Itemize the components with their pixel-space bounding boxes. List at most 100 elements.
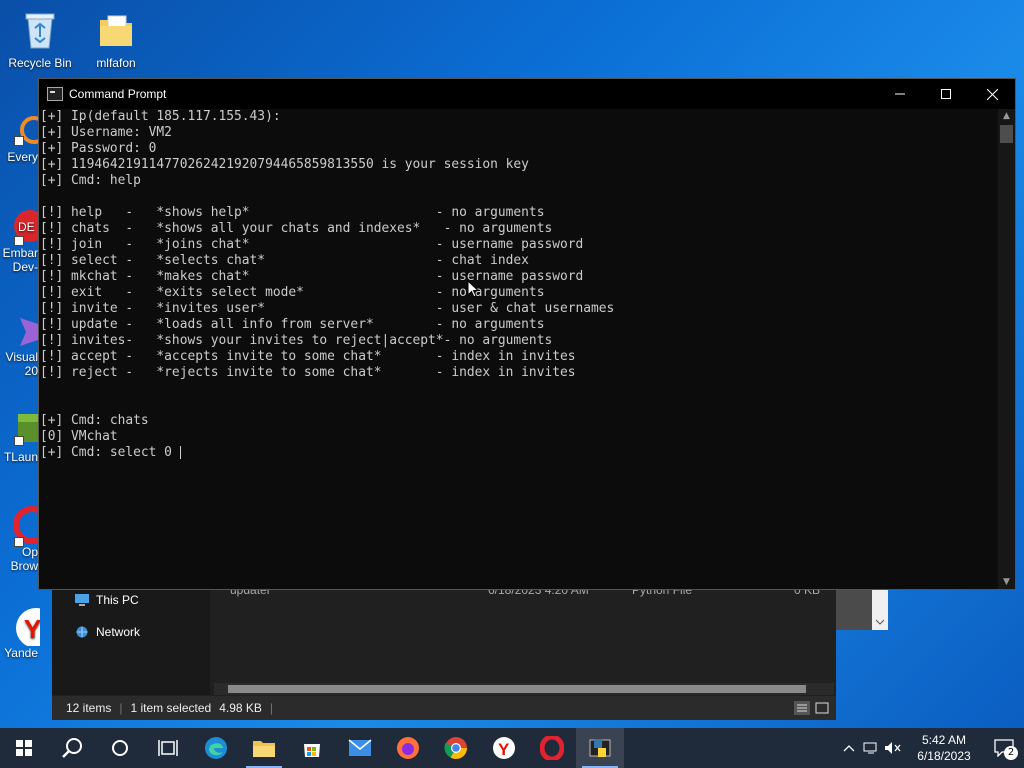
- desktop-icon-tlauncher[interactable]: TLaun: [0, 410, 40, 464]
- scroll-down-icon[interactable]: ▼: [998, 575, 1015, 589]
- console-line: [+] Username: VM2: [40, 125, 172, 140]
- console-line: [+] 119464219114770262421920794465859813…: [40, 157, 529, 172]
- console-line: [!] join - *joins chat* - username passw…: [40, 237, 584, 252]
- taskbar-yandex[interactable]: Y: [480, 728, 528, 768]
- hscroll-thumb[interactable]: [228, 685, 806, 693]
- embarcadero-icon: DE: [0, 206, 40, 246]
- text-cursor: [179, 446, 181, 459]
- command-prompt-window[interactable]: Command Prompt [+] Ip(default 185.117.15…: [38, 78, 1016, 590]
- chevron-up-icon: [843, 745, 855, 752]
- partial-label: 20: [24, 364, 38, 378]
- close-icon: [986, 88, 998, 100]
- taskbar-edge[interactable]: [192, 728, 240, 768]
- console-line: [!] help - *shows help* - no arguments: [40, 205, 545, 220]
- desktop-icon-recycle-bin[interactable]: Recycle Bin: [2, 8, 78, 70]
- taskbar-store[interactable]: [288, 728, 336, 768]
- taskbar-file-explorer[interactable]: [240, 728, 288, 768]
- partial-label: Visual: [5, 350, 38, 364]
- clock-time: 5:42 AM: [921, 733, 967, 747]
- start-button[interactable]: [0, 728, 48, 768]
- taskbar-opera[interactable]: [528, 728, 576, 768]
- desktop-icon-mlfafon[interactable]: mlfafon: [78, 8, 154, 70]
- desktop-icon-opera[interactable]: Op Brow: [0, 505, 40, 573]
- large-icons-view-icon[interactable]: [814, 701, 830, 715]
- console-line: [+] Password: 0: [40, 141, 157, 156]
- nav-item-this-pc[interactable]: This PC: [74, 593, 139, 607]
- chrome-icon: [444, 737, 467, 759]
- network-tray-button[interactable]: [860, 728, 882, 768]
- desktop-icon-yandex[interactable]: Y Yande: [0, 606, 40, 660]
- show-hidden-icons-button[interactable]: [838, 728, 860, 768]
- status-selected: 1 item selected: [130, 701, 212, 715]
- firefox-icon: [397, 737, 419, 759]
- console-line: [!] chats - *shows all your chats and in…: [40, 221, 553, 236]
- network-icon: [863, 742, 877, 754]
- explorer-nav-pane: This PC Network: [52, 585, 210, 695]
- cmd-title-bar[interactable]: Command Prompt: [39, 79, 1015, 109]
- task-view-icon: [158, 740, 178, 756]
- cortana-button[interactable]: [96, 728, 144, 768]
- console-line: [!] update - *loads all info from server…: [40, 317, 545, 332]
- console-line: [!] reject - *rejects invite to some cha…: [40, 365, 576, 380]
- search-icon: [62, 738, 82, 758]
- network-icon: [76, 626, 88, 638]
- desktop-icon-visual-studio[interactable]: Visual 20: [0, 310, 40, 378]
- desktop-icon-everything[interactable]: Every: [0, 110, 40, 164]
- system-tray: 5:42 AM 6/18/2023 2: [838, 728, 1024, 768]
- store-icon: [304, 744, 320, 757]
- partial-label: Embar: [2, 246, 38, 260]
- partial-label: Brow: [10, 559, 38, 573]
- explorer-hscrollbar[interactable]: [214, 683, 834, 695]
- window-title: Command Prompt: [69, 87, 167, 101]
- partial-label: Op: [21, 545, 38, 559]
- console-current-command: [+] Cmd: select 0: [40, 445, 172, 460]
- action-center-button[interactable]: 2: [984, 728, 1024, 768]
- partial-label: Yande: [4, 646, 38, 660]
- python-cmd-icon: [589, 739, 611, 757]
- file-explorer-window: This PC Network updater 6/18/2023 4:20 A…: [52, 583, 836, 720]
- taskbar-mail[interactable]: [336, 728, 384, 768]
- mouse-pointer-icon: [467, 280, 479, 298]
- explorer-file-list: updater 6/18/2023 4:20 AM Python File 0 …: [210, 583, 836, 681]
- file-explorer-icon: [253, 741, 275, 757]
- cmd-vscrollbar[interactable]: ▲ ▼: [998, 109, 1015, 589]
- minimize-button[interactable]: [877, 79, 923, 109]
- search-button[interactable]: [48, 728, 96, 768]
- taskbar-clock[interactable]: 5:42 AM 6/18/2023: [904, 732, 984, 764]
- taskbar-chrome[interactable]: [432, 728, 480, 768]
- this-pc-icon: [75, 594, 89, 606]
- scroll-up-icon[interactable]: ▲: [998, 109, 1015, 123]
- partial-label: Every: [7, 150, 38, 164]
- folder-icon: [94, 8, 138, 52]
- maximize-button[interactable]: [923, 79, 969, 109]
- taskbar-firefox[interactable]: [384, 728, 432, 768]
- cmd-console-output[interactable]: [+] Ip(default 185.117.155.43): [+] User…: [39, 109, 999, 589]
- console-input-line[interactable]: [+] Cmd: select 0: [40, 445, 999, 461]
- close-button[interactable]: [969, 79, 1015, 109]
- recycle-bin-icon: [18, 8, 62, 52]
- nav-item-network[interactable]: Network: [74, 625, 140, 639]
- start-icon: [16, 740, 32, 756]
- details-view-icon[interactable]: [794, 701, 810, 715]
- cortana-icon: [112, 740, 128, 756]
- task-view-button[interactable]: [144, 728, 192, 768]
- minimize-icon: [895, 93, 905, 95]
- console-line: [!] invite - *invites user* - user & cha…: [40, 301, 615, 316]
- yandex-icon: Y: [0, 606, 40, 648]
- opera-icon: [540, 736, 564, 760]
- yandex-icon: Y: [493, 737, 515, 759]
- console-line: [!] select - *selects chat* - chat index: [40, 253, 529, 268]
- tlauncher-icon: [0, 410, 40, 450]
- console-line: [!] invites- *shows your invites to reje…: [40, 333, 553, 348]
- volume-tray-button[interactable]: [882, 728, 904, 768]
- taskbar: Y 5:42 AM 6/18/2023 2: [0, 728, 1024, 768]
- console-line: [0] VMchat: [40, 429, 118, 444]
- status-size: 4.98 KB: [219, 701, 262, 715]
- notification-badge: 2: [1004, 746, 1018, 760]
- desktop-icon-embarcadero[interactable]: DE Embar Dev-: [0, 206, 40, 274]
- visual-studio-icon: [0, 310, 40, 350]
- taskbar-command-prompt[interactable]: [576, 728, 624, 768]
- scroll-thumb[interactable]: [1000, 125, 1013, 143]
